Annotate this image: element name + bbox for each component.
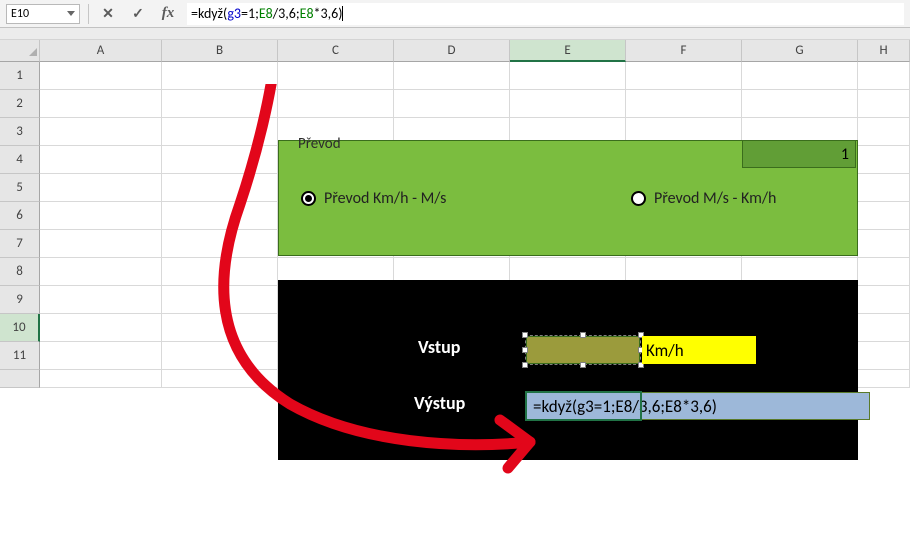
spreadsheet-grid: A B C D E F G H 1 2 3 4 5 6 7 8 9 10 11 <box>0 40 910 62</box>
selection-handles[interactable] <box>525 335 641 365</box>
input-label: Vstup <box>418 336 460 358</box>
row-header-11[interactable]: 11 <box>0 342 40 370</box>
col-header-B[interactable]: B <box>162 40 278 62</box>
col-header-H[interactable]: H <box>858 40 910 62</box>
group-box-title: Převod <box>295 135 344 153</box>
output-label: Výstup <box>414 392 465 414</box>
formula-bar: E10 ✕ ✓ fx =když(g3=1;E8/3,6;E8*3,6) <box>0 0 910 28</box>
row-header-9[interactable]: 9 <box>0 286 40 314</box>
check-icon[interactable]: ✓ <box>127 3 149 25</box>
name-box[interactable]: E10 <box>6 4 80 24</box>
row-header-5[interactable]: 5 <box>0 174 40 202</box>
fx-icon[interactable]: fx <box>157 3 179 25</box>
cancel-icon[interactable]: ✕ <box>97 3 119 25</box>
divider <box>88 4 89 24</box>
column-headers: A B C D E F G H <box>0 40 910 62</box>
col-header-C[interactable]: C <box>278 40 394 62</box>
cell-value: 1 <box>841 145 849 164</box>
row-header-1[interactable]: 1 <box>0 62 40 90</box>
row-header-8[interactable]: 8 <box>0 258 40 286</box>
name-box-value: E10 <box>11 7 29 21</box>
row-header-10[interactable]: 10 <box>0 314 40 342</box>
row-header-7[interactable]: 7 <box>0 230 40 258</box>
row-header-4[interactable]: 4 <box>0 146 40 174</box>
radio-ms-to-kmh[interactable]: Převod M/s - Km/h <box>631 189 776 208</box>
active-cell-border <box>525 391 642 421</box>
col-header-F[interactable]: F <box>626 40 742 62</box>
radio-kmh-to-ms[interactable]: Převod Km/h - M/s <box>301 189 446 208</box>
chevron-down-icon[interactable] <box>67 11 75 16</box>
radio-icon <box>631 191 646 206</box>
row-header-2[interactable]: 2 <box>0 90 40 118</box>
ribbon-edge <box>0 28 910 40</box>
cell-G3-linked[interactable]: 1 <box>742 140 856 168</box>
formula-text: =když( <box>191 5 227 22</box>
row-header-12[interactable] <box>0 370 40 388</box>
select-all-corner[interactable] <box>0 40 40 62</box>
row-header-3[interactable]: 3 <box>0 118 40 146</box>
cell-F8-unit[interactable]: Km/h <box>642 336 756 364</box>
row-headers: 1 2 3 4 5 6 7 8 9 10 11 <box>0 62 40 388</box>
formula-input[interactable]: =když(g3=1;E8/3,6;E8*3,6) <box>187 3 904 25</box>
col-header-E[interactable]: E <box>510 40 626 62</box>
col-header-D[interactable]: D <box>394 40 510 62</box>
col-header-A[interactable]: A <box>40 40 162 62</box>
radio-label: Převod M/s - Km/h <box>654 189 776 208</box>
radio-icon <box>301 191 316 206</box>
col-header-G[interactable]: G <box>742 40 858 62</box>
row-header-6[interactable]: 6 <box>0 202 40 230</box>
radio-label: Převod Km/h - M/s <box>324 189 446 208</box>
triangle-icon <box>29 48 37 56</box>
text-cursor <box>342 6 343 21</box>
cell-value: Km/h <box>646 340 684 361</box>
